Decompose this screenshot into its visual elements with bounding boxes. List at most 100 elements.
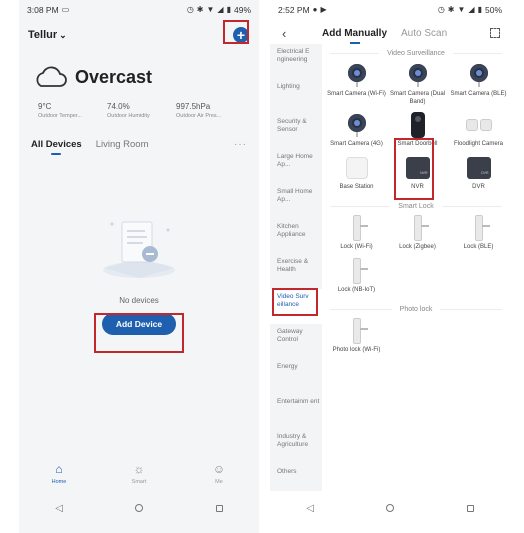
empty-text: No devices: [119, 296, 159, 305]
device-lock-ble[interactable]: Lock (BLE): [448, 215, 509, 252]
status-bar: 2:52 PM ● ▶ ◷ ✱ ▼ ◢ ▮ 50%: [270, 0, 510, 20]
wifi-icon: ▼: [206, 5, 215, 14]
device-label: Smart Camera (4G): [330, 141, 383, 147]
category-others[interactable]: Others: [270, 464, 322, 499]
back-triangle-icon[interactable]: ◁: [55, 503, 63, 514]
device-label: Smart Camera (Wi-Fi): [327, 91, 386, 97]
highlight-box-video-surveillance: [272, 288, 318, 316]
device-base-station[interactable]: Base Station: [326, 155, 387, 192]
signal-icon: ◢: [468, 5, 475, 14]
home-circle-icon[interactable]: [386, 504, 395, 512]
lock-icon: [344, 318, 370, 344]
tab-add-manually[interactable]: Add Manually: [322, 28, 387, 44]
lock-icon: [344, 215, 370, 241]
bluetooth-icon: ✱: [196, 5, 204, 14]
dvr-icon: DVR: [466, 155, 492, 181]
category-electrical[interactable]: Electrical E ngineering: [270, 44, 322, 79]
chevron-down-icon: ⌄: [59, 29, 67, 40]
device-photo-lock-wifi[interactable]: Photo lock (Wi-Fi): [326, 318, 387, 355]
category-gateway[interactable]: Gateway Control: [270, 324, 322, 359]
battery-icon: ▮: [226, 5, 231, 14]
weather-panel: Overcast: [19, 46, 259, 88]
category-security[interactable]: Security & Sensor: [270, 114, 322, 149]
home-selector[interactable]: Tellur ⌄: [28, 29, 67, 41]
home-circle-icon[interactable]: [135, 504, 144, 512]
device-lock-nb-iot[interactable]: Lock (NB-IoT): [326, 257, 387, 295]
device-label: Lock (NB-IoT): [337, 286, 376, 293]
scan-icon[interactable]: [490, 28, 500, 38]
back-triangle-icon[interactable]: ◁: [306, 503, 314, 514]
device-smart-camera-wifi[interactable]: Smart Camera (Wi-Fi): [326, 62, 387, 106]
nav-label: Home: [51, 479, 67, 485]
device-smart-camera-dual-band[interactable]: Smart Camera (Dual Band): [387, 62, 448, 106]
stat-temperature: 9°C Outdoor Temper...: [38, 102, 107, 119]
recents-square-icon[interactable]: [215, 504, 223, 512]
room-tabs: All Devices Living Room ···: [19, 119, 259, 155]
sun-icon: ☼: [133, 462, 145, 476]
nav-home[interactable]: ⌂ Home: [29, 462, 89, 496]
cloud-icon: [36, 66, 67, 87]
status-bar: 3:08 PM ▭ ◷ ✱ ▼ ◢ ▮ 49%: [19, 0, 259, 20]
battery-level: 50%: [484, 5, 502, 15]
device-label: Smart Camera (BLE): [450, 91, 507, 97]
stat-value: 9°C: [38, 102, 52, 111]
device-smart-camera-ble[interactable]: Smart Camera (BLE): [448, 62, 509, 106]
device-dvr[interactable]: DVR DVR: [448, 155, 509, 192]
section-header: Video Surveillance: [322, 44, 510, 62]
device-lock-wifi[interactable]: Lock (Wi-Fi): [326, 215, 387, 252]
device-row: Lock (NB-IoT): [322, 257, 510, 295]
section-header: Photo lock: [322, 300, 510, 318]
category-lighting[interactable]: Lighting: [270, 79, 322, 114]
bluetooth-icon: ✱: [447, 5, 455, 14]
right-phone-screen: 2:52 PM ● ▶ ◷ ✱ ▼ ◢ ▮ 50% ‹ Add Manually…: [270, 0, 510, 533]
status-time: 3:08 PM: [27, 5, 59, 15]
back-arrow-icon[interactable]: ‹: [282, 26, 322, 41]
device-row: Smart Camera (Wi-Fi) Smart Camera (Dual …: [322, 62, 510, 106]
camera-icon: [466, 62, 492, 88]
signal-icon: ◢: [217, 5, 224, 14]
device-label: Photo lock (Wi-Fi): [332, 347, 381, 353]
device-floodlight-camera[interactable]: Floodlight Camera: [448, 112, 509, 149]
highlight-box-plus: [223, 20, 249, 44]
weather-condition: Overcast: [75, 66, 153, 87]
stat-label: Outdoor Humidity: [107, 113, 150, 119]
more-icon[interactable]: ···: [234, 139, 247, 150]
stat-value: 997.5hPa: [176, 102, 211, 111]
wifi-icon: ▼: [457, 5, 466, 14]
recents-square-icon[interactable]: [466, 504, 474, 512]
device-smart-camera-4g[interactable]: Smart Camera (4G): [326, 112, 387, 149]
empty-devices-illustration: [103, 221, 175, 278]
category-energy[interactable]: Energy: [270, 359, 322, 394]
stat-value: 74.0%: [107, 102, 130, 111]
alarm-icon: ◷: [437, 5, 445, 14]
category-kitchen[interactable]: Kitchen Appliance: [270, 219, 322, 254]
nav-smart[interactable]: ☼ Smart: [109, 462, 169, 496]
doorbell-icon: [405, 112, 431, 138]
facebook-icon: ●: [312, 5, 318, 14]
stat-label: Outdoor Air Pres...: [176, 113, 222, 119]
left-phone-screen: 3:08 PM ▭ ◷ ✱ ▼ ◢ ▮ 49% Tellur ⌄ + Overc…: [19, 0, 259, 533]
category-small-home[interactable]: Small Home Ap...: [270, 184, 322, 219]
category-industry[interactable]: Industry & Agriculture: [270, 429, 322, 464]
tab-auto-scan[interactable]: Auto Scan: [401, 28, 447, 39]
stat-pressure: 997.5hPa Outdoor Air Pres...: [176, 102, 245, 119]
device-label: Smart Camera (Dual Band): [389, 91, 445, 105]
home-icon: ⌂: [55, 462, 63, 476]
tab-living-room[interactable]: Living Room: [96, 139, 149, 150]
dvr-badge: DVR: [481, 171, 489, 175]
bottom-nav: ⌂ Home ☼ Smart ☺ Me: [19, 462, 259, 496]
nav-me[interactable]: ☺ Me: [189, 462, 249, 496]
category-entertainment[interactable]: Entertainm ent: [270, 394, 322, 429]
status-time: 2:52 PM: [278, 5, 310, 15]
battery-level: 49%: [233, 5, 251, 15]
add-device-header: ‹ Add Manually Auto Scan: [270, 20, 510, 46]
category-list: Electrical E ngineering Lighting Securit…: [270, 44, 322, 491]
device-lock-zigbee[interactable]: Lock (Zigbee): [387, 215, 448, 252]
system-nav: ◁: [270, 497, 510, 519]
category-large-home[interactable]: Large Home Ap...: [270, 149, 322, 184]
weather-stats: 9°C Outdoor Temper... 74.0% Outdoor Humi…: [19, 88, 259, 119]
alarm-icon: ◷: [186, 5, 194, 14]
tab-all-devices[interactable]: All Devices: [31, 139, 82, 155]
category-exercise[interactable]: Exercise & Health: [270, 254, 322, 289]
lock-icon: [466, 215, 492, 241]
